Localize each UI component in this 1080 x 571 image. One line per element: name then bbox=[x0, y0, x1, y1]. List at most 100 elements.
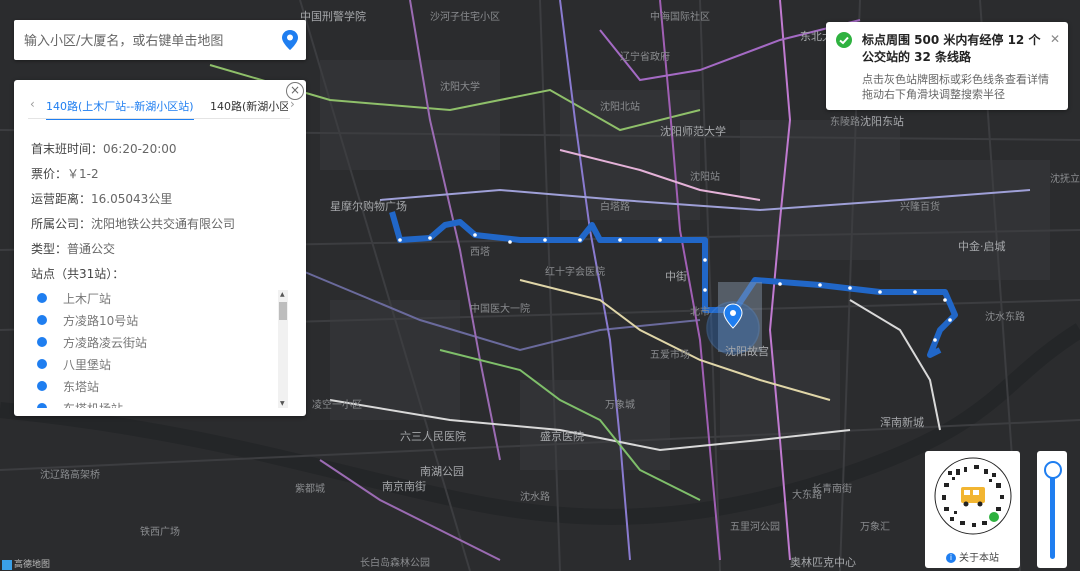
map-place-label: 中街 bbox=[665, 269, 687, 283]
tab-direction-1[interactable]: 140路(上木厂站--新湖小区站) bbox=[46, 98, 194, 120]
list-item[interactable]: 东塔机场站 bbox=[31, 398, 289, 408]
tab-divider bbox=[28, 118, 290, 119]
route-stop-dot[interactable] bbox=[398, 238, 402, 242]
route-stop-dot[interactable] bbox=[508, 240, 512, 244]
info-distance: 运营距离：16.05043公里 bbox=[31, 192, 173, 206]
search-input[interactable] bbox=[22, 28, 276, 54]
route-stop-dot[interactable] bbox=[473, 233, 477, 237]
chevron-right-icon[interactable]: › bbox=[290, 97, 295, 111]
list-item[interactable]: 东塔站 bbox=[31, 376, 289, 398]
map-place-label: 白塔路 bbox=[600, 200, 630, 213]
qr-code-card[interactable]: i 关于本站 bbox=[925, 451, 1020, 568]
map-place-label: 中海国际社区 bbox=[650, 10, 710, 23]
info-icon: i bbox=[946, 553, 956, 563]
map-place-label: 辽宁省政府 bbox=[620, 50, 670, 63]
map-place-label: 万象汇 bbox=[860, 520, 890, 533]
amap-logo-icon bbox=[2, 559, 12, 570]
chevron-left-icon[interactable]: ‹ bbox=[30, 97, 35, 111]
route-detail-panel: × ‹ 140路(上木厂站--新湖小区站) 140路(新湖小区站--上木厂站) … bbox=[14, 80, 306, 416]
route-stop-dot[interactable] bbox=[848, 286, 852, 290]
route-stop-dot[interactable] bbox=[878, 290, 882, 294]
scroll-up-icon[interactable]: ▲ bbox=[280, 291, 285, 298]
stop-dot-icon bbox=[37, 381, 47, 391]
search-box bbox=[14, 20, 306, 60]
route-stop-dot[interactable] bbox=[658, 238, 662, 242]
route-stop-dot[interactable] bbox=[543, 238, 547, 242]
radius-slider[interactable] bbox=[1037, 451, 1067, 568]
location-pin-icon[interactable] bbox=[282, 30, 298, 50]
map-place-label: 奥林匹克中心 bbox=[790, 555, 856, 569]
map-place-label: 星摩尔购物广场 bbox=[330, 199, 407, 213]
map-place-label: 沈阳站 bbox=[690, 170, 720, 183]
route-stop-dot[interactable] bbox=[948, 318, 952, 322]
map-place-label: 万象城 bbox=[605, 399, 635, 411]
info-hours: 首末班时间：06:20-20:00 bbox=[31, 142, 177, 156]
stops-header: 站点（共31站）： bbox=[31, 267, 125, 281]
map-place-label: 沈辽路高架桥 bbox=[40, 468, 100, 481]
scroll-down-icon[interactable]: ▼ bbox=[280, 400, 285, 407]
map-place-label: 沈阳师范大学 bbox=[660, 124, 726, 138]
map-place-label: 沈水东路 bbox=[985, 310, 1025, 323]
map-place-label: 盛京医院 bbox=[540, 429, 584, 443]
map-place-label: 沙河子住宅小区 bbox=[430, 10, 500, 23]
map-place-label: 中金·启城 bbox=[958, 239, 1006, 253]
map-place-label: 浑南新城 bbox=[880, 415, 924, 429]
map-place-label: 六三人民医院 bbox=[400, 429, 466, 443]
list-item[interactable]: 上木厂站 bbox=[31, 288, 289, 310]
map-place-label: 兴隆百货 bbox=[900, 200, 940, 213]
tab-direction-2[interactable]: 140路(新湖小区站--上木厂站) bbox=[210, 98, 288, 114]
map-place-label: 长青南街 bbox=[812, 482, 852, 495]
route-stop-dot[interactable] bbox=[778, 282, 782, 286]
route-stop-dot[interactable] bbox=[618, 238, 622, 242]
info-type: 类型：普通公交 bbox=[31, 242, 116, 256]
close-icon[interactable]: ✕ bbox=[1050, 32, 1060, 46]
about-site-link[interactable]: i 关于本站 bbox=[925, 549, 1020, 564]
stop-dot-icon bbox=[37, 359, 47, 369]
qr-code-icon bbox=[934, 457, 1012, 535]
route-stop-dot[interactable] bbox=[428, 236, 432, 240]
map-place-label: 红十字会医院 bbox=[545, 265, 605, 278]
map-place-label: 沈水路 bbox=[520, 490, 550, 503]
map-place-label: 东陵路 bbox=[830, 115, 860, 128]
map-place-label: 中国医大一院 bbox=[470, 302, 530, 315]
map-place-label: 西塔 bbox=[470, 245, 490, 258]
map-place-label: 沈阳北站 bbox=[600, 100, 640, 113]
notice-subtitle: 点击灰色站牌图标或彩色线条查看详情 拖动右下角滑块调整搜索半径 bbox=[862, 73, 1049, 101]
stop-dot-icon bbox=[37, 293, 47, 303]
route-stop-dot[interactable] bbox=[703, 288, 707, 292]
map-place-label: 沈抚立交桥 bbox=[1050, 172, 1080, 185]
map-place-label: 沈阳大学 bbox=[440, 80, 480, 93]
list-item[interactable]: 八里堡站 bbox=[31, 354, 289, 376]
map-place-label: 南湖公园 bbox=[420, 465, 464, 478]
slider-knob[interactable] bbox=[1044, 461, 1062, 479]
list-item[interactable]: 方凌路凌云街站 bbox=[31, 332, 289, 354]
notice-title: 标点周围 500 米内有经停 12 个公交站的 32 条线路 bbox=[862, 33, 1041, 64]
map-place-label: 沈阳故宫 bbox=[725, 344, 769, 358]
stop-dot-icon bbox=[37, 337, 47, 347]
nearby-lines-notice: 标点周围 500 米内有经停 12 个公交站的 32 条线路 点击灰色站牌图标或… bbox=[826, 22, 1068, 110]
map-place-label: 中国刑警学院 bbox=[300, 9, 366, 23]
info-company: 所属公司：沈阳地铁公共交通有限公司 bbox=[31, 217, 236, 231]
stop-list: 上木厂站 方凌路10号站 方凌路凌云街站 八里堡站 东塔站 东塔机场站 bbox=[31, 288, 289, 408]
route-stop-dot[interactable] bbox=[703, 258, 707, 262]
route-stop-dot[interactable] bbox=[578, 238, 582, 242]
map-place-label: 南京南街 bbox=[382, 479, 426, 493]
map-place-label: 北市 bbox=[690, 305, 710, 318]
map-place-label: 铁西广场 bbox=[140, 525, 180, 538]
check-icon bbox=[836, 32, 852, 48]
info-fare: 票价：￥1-2 bbox=[31, 167, 99, 181]
map-place-label: 长白岛森林公园 bbox=[360, 556, 430, 569]
stop-list-scrollbar[interactable]: ▲ ▼ bbox=[278, 290, 288, 408]
stop-dot-icon bbox=[37, 315, 47, 325]
map-place-label: 紫都城 bbox=[295, 483, 325, 495]
route-stop-dot[interactable] bbox=[818, 283, 822, 287]
list-item[interactable]: 方凌路10号站 bbox=[31, 310, 289, 332]
map-place-label: 凌空一小区 bbox=[312, 398, 362, 411]
route-stop-dot[interactable] bbox=[933, 338, 937, 342]
map-place-label: 五爱市场 bbox=[650, 348, 690, 361]
route-stop-dot[interactable] bbox=[943, 298, 947, 302]
scroll-thumb[interactable] bbox=[279, 302, 287, 320]
route-stop-dot[interactable] bbox=[913, 290, 917, 294]
map-brand-logo: 高德地图 bbox=[2, 557, 50, 570]
map-place-label: 沈阳东站 bbox=[860, 114, 904, 128]
